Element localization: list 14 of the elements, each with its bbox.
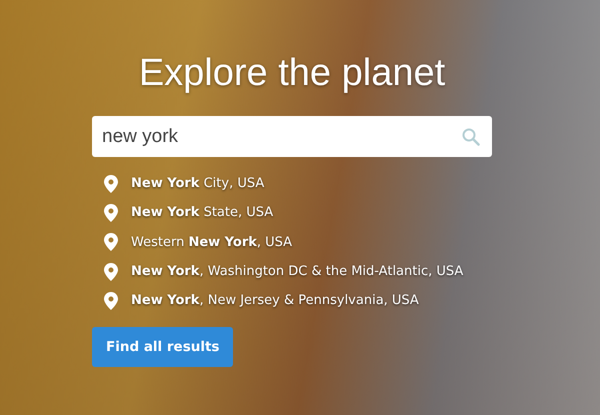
map-pin-icon [104, 262, 118, 281]
suggestion-link[interactable]: New York, New Jersey & Pennsylvania, USA [131, 293, 419, 308]
page-heading: Explore the planet [138, 51, 446, 96]
map-pin-icon [104, 204, 118, 222]
map-pin-icon [104, 233, 118, 252]
suggestion-link[interactable]: New York, Washington DC & the Mid-Atlantic, USA [131, 264, 464, 280]
suggestion-link[interactable]: New York City, USA [131, 176, 264, 192]
suggestion-link[interactable]: New York State, USA [131, 205, 274, 220]
map-pin-icon [104, 174, 118, 193]
suggestion-link[interactable]: Western New York, USA [131, 234, 292, 250]
find-all-results-button[interactable]: Find all results [92, 327, 234, 368]
map-pin-icon [104, 292, 118, 310]
search-field[interactable]: new york [92, 116, 492, 157]
search-icon[interactable] [462, 128, 480, 146]
